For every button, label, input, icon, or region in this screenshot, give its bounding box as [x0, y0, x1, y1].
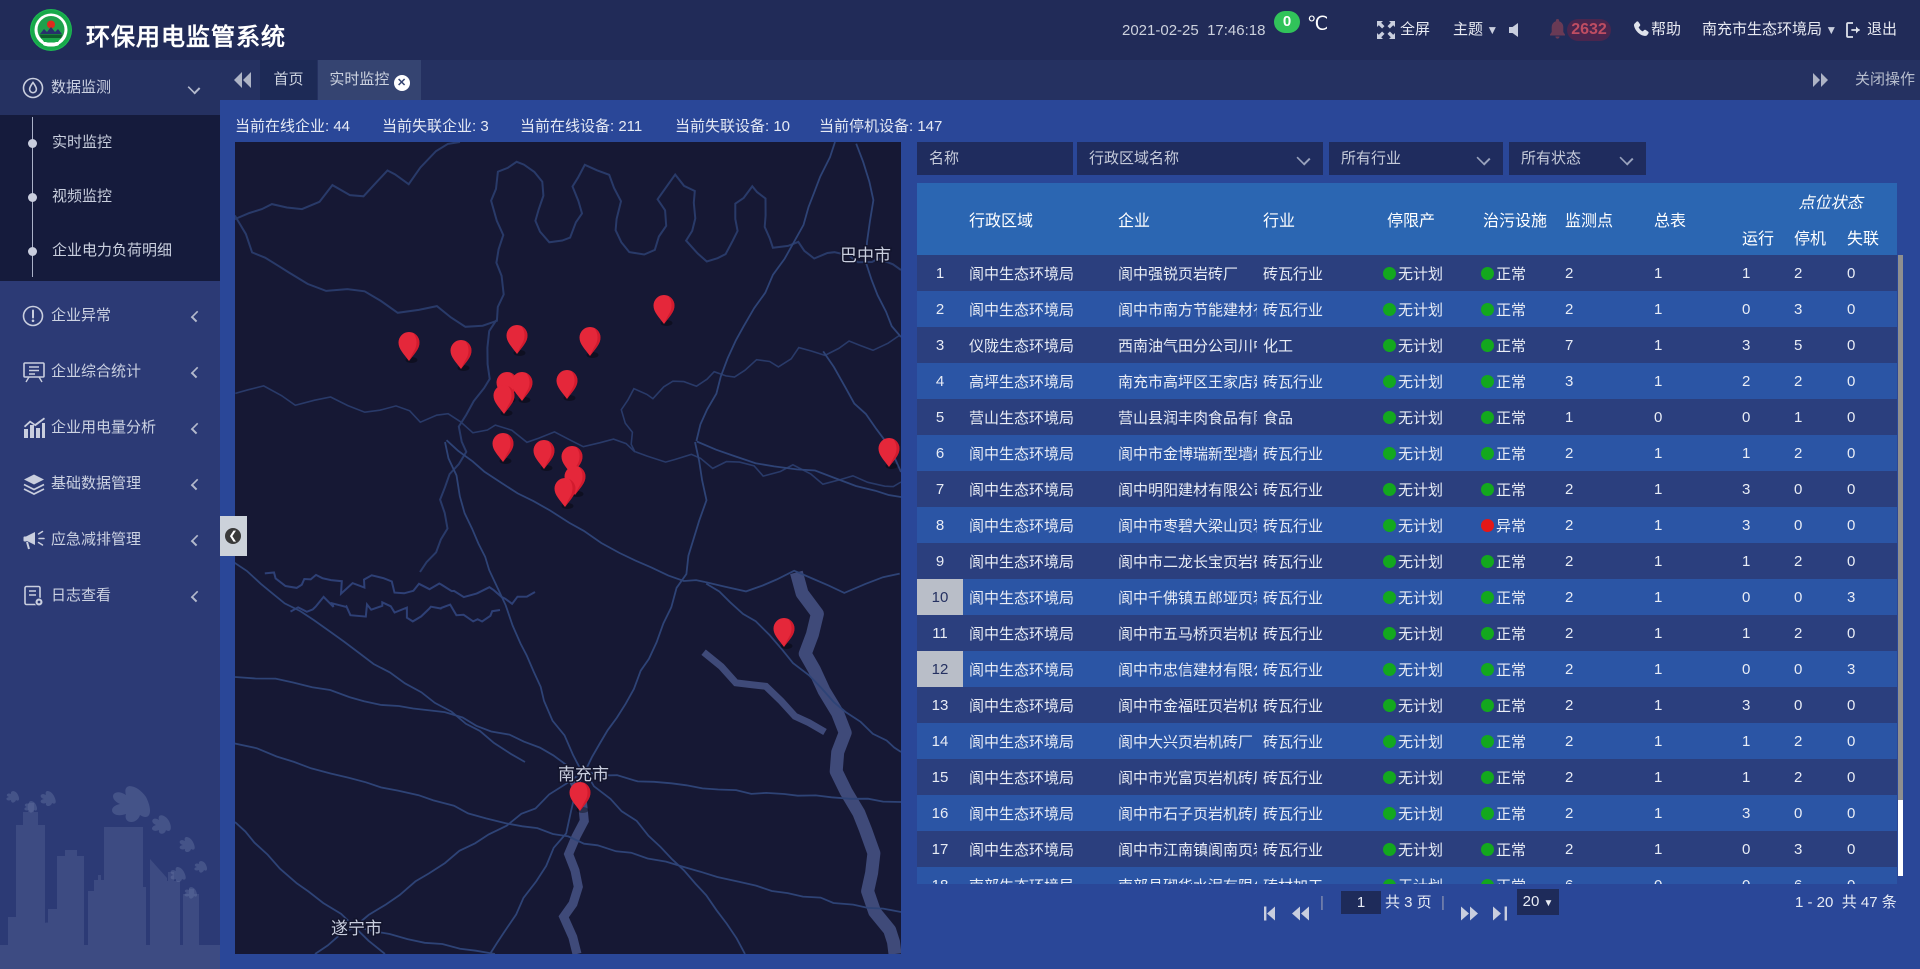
svg-text:巴中市: 巴中市 [840, 246, 891, 265]
svg-text:南充市: 南充市 [558, 765, 609, 784]
svg-text:遂宁市: 遂宁市 [331, 919, 382, 938]
